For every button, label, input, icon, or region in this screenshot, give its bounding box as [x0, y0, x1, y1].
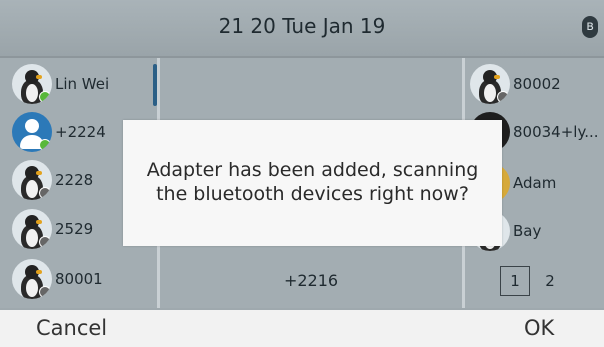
offline-status-icon [39, 236, 51, 248]
bluetooth-icon: ʙ [582, 16, 598, 38]
line-label[interactable]: +2216 [160, 271, 462, 290]
offline-status-icon [497, 91, 509, 103]
contact-item-80001[interactable]: 80001 [12, 256, 103, 302]
online-status-icon [39, 139, 51, 151]
datetime-display: 21 20 Tue Jan 19 [218, 14, 386, 38]
contact-item-2228[interactable]: 2228 [12, 157, 93, 203]
scroll-indicator [153, 64, 157, 106]
contact-item-lin-wei[interactable]: Lin Wei [12, 61, 109, 107]
page-next[interactable]: 2 [536, 272, 564, 290]
offline-status-icon [39, 187, 51, 199]
status-bar: 21 20 Tue Jan 19 ʙ [0, 0, 604, 58]
contact-item-80002[interactable]: 80002 [470, 61, 561, 107]
contact-name: +2224 [55, 123, 106, 141]
contact-name: Bay [513, 222, 542, 240]
contact-name: 2529 [55, 220, 94, 238]
page-selector: 1 2 [500, 266, 564, 296]
contact-name: 2228 [55, 171, 94, 189]
contact-name: 80002 [513, 75, 561, 93]
softkey-bar: Cancel OK [0, 310, 604, 347]
penguin-avatar-icon [12, 160, 52, 200]
bluetooth-scan-dialog: Adapter has been added, scanning the blu… [123, 120, 502, 246]
contact-item-2529[interactable]: 2529 [12, 206, 93, 252]
person-avatar-icon [12, 112, 52, 152]
page-current[interactable]: 1 [500, 266, 530, 296]
contact-name: Lin Wei [55, 75, 110, 93]
ok-button[interactable]: OK [524, 316, 554, 340]
contact-name: 80034+ly... [513, 123, 599, 141]
penguin-avatar-icon [12, 64, 52, 104]
dialog-message-line2: the bluetooth devices right now? [156, 183, 469, 205]
contact-name: 80001 [55, 270, 103, 288]
online-status-icon [39, 91, 51, 103]
penguin-avatar-icon [470, 64, 510, 104]
phone-screen: 21 20 Tue Jan 19 ʙ Lin Wei +2224 2228 25… [0, 0, 604, 347]
dialog-message: Adapter has been added, scanning the blu… [133, 158, 492, 206]
offline-status-icon [39, 286, 51, 298]
contact-name: Adam [513, 174, 557, 192]
penguin-avatar-icon [12, 209, 52, 249]
cancel-button[interactable]: Cancel [36, 316, 107, 340]
penguin-avatar-icon [12, 259, 52, 299]
dialog-message-line1: Adapter has been added, scanning [146, 159, 479, 181]
contact-item-2224[interactable]: +2224 [12, 109, 106, 155]
